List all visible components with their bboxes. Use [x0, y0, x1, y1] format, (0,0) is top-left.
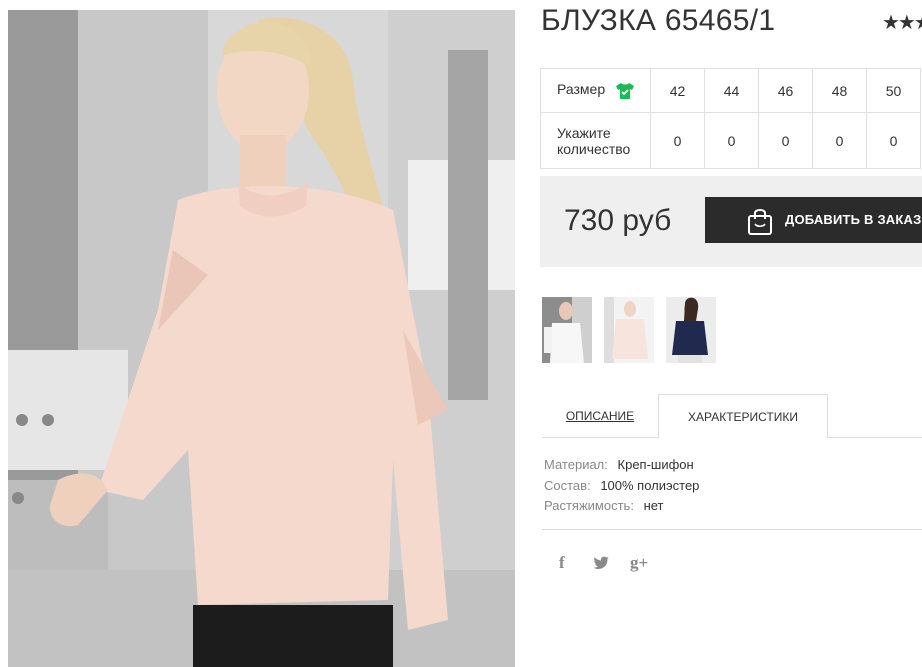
size-44: 44	[704, 68, 759, 113]
thumbnail-1[interactable]	[542, 297, 592, 363]
quantity-input-42[interactable]: 0	[650, 112, 705, 169]
facebook-icon[interactable]: f	[559, 553, 565, 573]
quantity-input-46[interactable]: 0	[758, 112, 813, 169]
quantity-label-line1: Укажите	[557, 124, 611, 141]
twitter-bird-icon	[593, 556, 609, 570]
product-photo-illustration	[8, 10, 515, 667]
main-product-photo[interactable]	[8, 10, 515, 667]
size-table: Размер 42 44 46 48 50 Укажите количество…	[540, 68, 921, 169]
characteristic-row: Материал: Креп-шифон	[544, 455, 699, 476]
tab-characteristics[interactable]: ХАРАКТЕРИСТИКИ	[658, 394, 828, 439]
divider	[542, 529, 922, 530]
size-42: 42	[650, 68, 705, 113]
price-box: 730 руб ДОБАВИТЬ В ЗАКАЗ	[540, 176, 922, 267]
tab-description[interactable]: ОПИСАНИЕ	[542, 394, 658, 438]
size-label: Размер	[557, 81, 606, 98]
star-icon: ★★★	[882, 12, 922, 34]
thumbnail-2-image	[604, 297, 654, 363]
characteristic-value: 100% полиэстер	[600, 477, 700, 493]
quantity-row: Укажите количество 0 0 0 0 0	[540, 112, 921, 169]
rating-stars[interactable]: ★★★	[882, 10, 922, 35]
product-tabs: ОПИСАНИЕ ХАРАКТЕРИСТИКИ	[542, 394, 922, 439]
size-row: Размер 42 44 46 48 50	[540, 68, 921, 113]
quantity-label-cell: Укажите количество	[540, 112, 651, 169]
size-50: 50	[866, 68, 921, 113]
add-to-order-button[interactable]: ДОБАВИТЬ В ЗАКАЗ	[705, 197, 922, 243]
price: 730 руб	[564, 204, 672, 237]
characteristic-row: Растяжимость: нет	[544, 496, 699, 517]
twitter-icon[interactable]	[593, 556, 609, 574]
thumbnail-1-image	[542, 297, 592, 363]
thumbnail-3[interactable]	[666, 297, 716, 363]
size-label-cell: Размер	[540, 68, 651, 113]
characteristic-row: Состав: 100% полиэстер	[544, 476, 699, 497]
characteristic-value: Креп-шифон	[617, 457, 694, 472]
shopping-bag-icon	[748, 209, 772, 235]
quantity-input-50[interactable]: 0	[866, 112, 921, 169]
characteristic-key: Растяжимость:	[544, 498, 634, 513]
size-48: 48	[812, 68, 867, 113]
size-46: 46	[758, 68, 813, 113]
google-plus-icon[interactable]: g+	[630, 553, 648, 573]
characteristic-key: Материал:	[544, 457, 608, 472]
add-to-order-label: ДОБАВИТЬ В ЗАКАЗ	[785, 212, 922, 227]
quantity-input-48[interactable]: 0	[812, 112, 867, 169]
thumbnail-2[interactable]	[604, 297, 654, 363]
quantity-label-line2: количество	[557, 140, 631, 157]
product-title: БЛУЗКА 65465/1	[541, 4, 776, 37]
characteristic-value: нет	[643, 498, 664, 513]
characteristics-list: Материал: Креп-шифон Состав: 100% полиэс…	[544, 455, 699, 517]
shirt-icon[interactable]	[615, 82, 635, 100]
quantity-input-44[interactable]: 0	[704, 112, 759, 169]
characteristic-key: Состав:	[544, 477, 591, 493]
thumbnail-3-image	[666, 297, 716, 363]
